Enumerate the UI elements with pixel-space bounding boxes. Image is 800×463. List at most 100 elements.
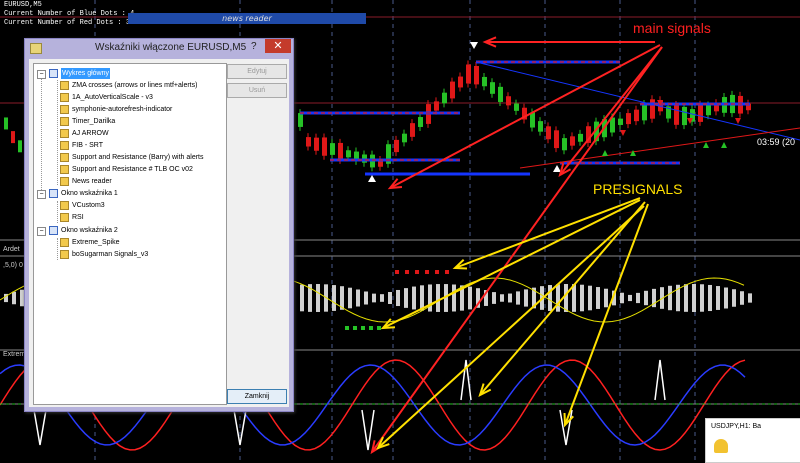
news-reader-bar[interactable]: news reader xyxy=(128,13,366,24)
histogram-bar xyxy=(564,284,568,312)
histogram-bar xyxy=(412,286,416,310)
overbought-dot xyxy=(395,270,399,274)
candle-body xyxy=(474,66,479,85)
histogram-bar xyxy=(404,288,408,308)
spike xyxy=(361,409,375,451)
candle-body xyxy=(402,133,407,143)
time-remaining-label: 03:59 (20 xyxy=(757,137,796,147)
alert-notification[interactable]: USDJPY,H1: Ba xyxy=(705,418,800,463)
notification-text: USDJPY,H1: Ba xyxy=(711,423,762,430)
candle-body xyxy=(530,112,535,128)
indicator-icon xyxy=(60,201,69,210)
dialog-titlebar[interactable]: Wskaźniki włączone EURUSD,M5 ? ✕ xyxy=(25,39,293,57)
close-button[interactable]: Zamknij xyxy=(227,389,287,404)
candle-body xyxy=(618,118,623,125)
histogram-bar xyxy=(508,293,512,303)
histogram-bar xyxy=(700,284,704,312)
delete-button[interactable]: Usuń xyxy=(227,83,287,98)
buy-arrow-icon xyxy=(721,142,727,148)
histogram-bar xyxy=(604,288,608,308)
candle-body xyxy=(682,106,687,126)
histogram-bar xyxy=(628,294,632,302)
histogram-bar xyxy=(556,284,560,312)
overbought-dot xyxy=(435,270,439,274)
histogram-bar xyxy=(492,292,496,304)
collapse-icon[interactable]: − xyxy=(37,227,46,236)
indicator-icon xyxy=(60,105,69,114)
histogram-bar xyxy=(716,286,720,310)
window-icon xyxy=(49,69,58,78)
collapse-icon[interactable]: − xyxy=(37,70,46,79)
candle-body xyxy=(514,103,519,111)
main-signals-annotation: main signals xyxy=(633,20,711,36)
presignal-arrow xyxy=(382,199,641,329)
buy-arrow-icon xyxy=(602,150,608,156)
histogram-bar xyxy=(636,292,640,304)
candle-body xyxy=(410,123,415,137)
trend-line xyxy=(475,61,800,141)
histogram-bar xyxy=(620,292,624,304)
indicator-icon xyxy=(60,250,69,259)
histogram-bar xyxy=(396,289,400,307)
candle-body xyxy=(314,137,319,151)
window-icon xyxy=(49,189,58,198)
blue-dots-counter: Current Number of Blue Dots : 4 xyxy=(4,10,134,18)
candle-body xyxy=(506,96,511,106)
indicator-icon xyxy=(60,81,69,90)
histogram-bar xyxy=(388,292,392,304)
histogram-bar xyxy=(524,289,528,307)
overbought-dot xyxy=(445,270,449,274)
histogram-bar xyxy=(372,293,376,303)
candle-body xyxy=(546,126,551,140)
candle-body xyxy=(578,133,583,142)
candle-body xyxy=(322,137,327,156)
collapse-icon[interactable]: − xyxy=(37,190,46,199)
dialog-title: Wskaźniki włączone EURUSD,M5 xyxy=(95,42,247,53)
histogram-bar xyxy=(468,286,472,310)
candle-body xyxy=(330,143,335,155)
histogram-bar xyxy=(12,291,16,305)
histogram-bar xyxy=(740,291,744,305)
candle-body xyxy=(650,99,655,119)
candle-body xyxy=(490,82,495,94)
candle-body xyxy=(570,136,575,146)
candle-body xyxy=(466,64,471,84)
close-icon[interactable]: ✕ xyxy=(265,39,291,53)
indicator-tree[interactable]: − Wykres główny ZMA crosses (arrows or l… xyxy=(33,63,227,405)
edit-button[interactable]: Edytuj xyxy=(227,64,287,79)
histogram-bar xyxy=(516,291,520,305)
histogram-bar xyxy=(748,293,752,303)
overbought-dot xyxy=(415,270,419,274)
oversold-dot xyxy=(353,326,357,330)
subwindow2-label: ,5,0) 0 xyxy=(3,262,23,269)
presignals-annotation: PRESIGNALS xyxy=(593,181,683,197)
candle-body xyxy=(11,131,15,144)
candle-body xyxy=(554,130,559,149)
candle-body xyxy=(450,81,455,99)
oversold-dot xyxy=(345,326,349,330)
histogram-bar xyxy=(364,291,368,305)
histogram-bar xyxy=(572,284,576,312)
histogram-bar xyxy=(580,284,584,312)
indicator-icon xyxy=(60,153,69,162)
spike xyxy=(559,409,573,446)
histogram-bar xyxy=(588,285,592,311)
dialog-client: − Wykres główny ZMA crosses (arrows or l… xyxy=(29,59,289,407)
app-icon xyxy=(30,43,42,54)
histogram-bar xyxy=(724,287,728,309)
candle-body xyxy=(418,117,423,127)
oversold-dot xyxy=(361,326,365,330)
histogram-bar xyxy=(332,285,336,311)
histogram-bar xyxy=(300,284,304,312)
candle-body xyxy=(458,76,463,88)
oversold-dot xyxy=(369,326,373,330)
red-dots-counter: Current Number of Red Dots : 3 xyxy=(4,19,130,27)
indicator-icon xyxy=(60,165,69,174)
histogram-bar xyxy=(596,287,600,309)
overbought-dot xyxy=(405,270,409,274)
candle-body xyxy=(626,113,631,125)
help-button[interactable]: ? xyxy=(251,41,257,52)
indicator-icon xyxy=(60,129,69,138)
histogram-bar xyxy=(436,284,440,312)
candle-body xyxy=(698,104,703,122)
